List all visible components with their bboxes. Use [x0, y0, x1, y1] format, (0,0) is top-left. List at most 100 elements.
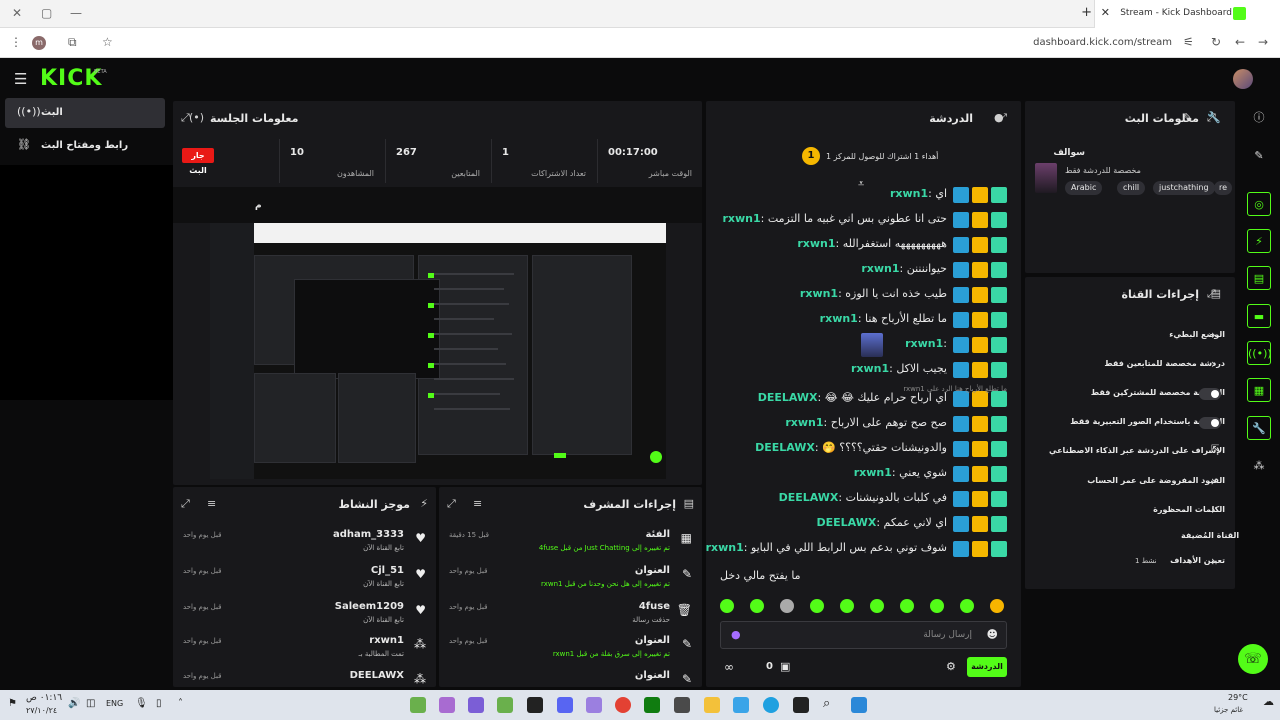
action-banned-words[interactable]: الكلمات المحظورة ›	[1035, 501, 1225, 523]
weather-temp[interactable]: 29°C	[1228, 693, 1248, 702]
back-icon[interactable]: →	[1258, 35, 1268, 49]
list-item[interactable]: العنوان ✎	[449, 670, 692, 686]
chat-username[interactable]: rxwn1	[706, 541, 744, 554]
emote-icon[interactable]	[780, 599, 794, 613]
device-tray-icon[interactable]: ▯	[156, 698, 162, 709]
chat-username[interactable]: rxwn1	[905, 337, 943, 350]
chat-message[interactable]: هههههههههه استغفرالله :rxwn1	[718, 235, 1007, 255]
expand-icon[interactable]: ⤢	[998, 111, 1007, 125]
points-icon[interactable]: ∞	[724, 660, 734, 674]
chat-username[interactable]: rxwn1	[861, 262, 899, 275]
emote-icon[interactable]	[990, 599, 1004, 613]
chat-message[interactable]: حيواننننن :rxwn1	[718, 260, 1007, 280]
emoji-icon[interactable]: ☻	[987, 628, 998, 641]
edit-icon[interactable]: ✎	[1247, 144, 1271, 168]
tag-chip[interactable]: Arabic	[1065, 181, 1103, 195]
chat-message[interactable]: شوف توني بدعم بس الرابط اللي في البايو :…	[706, 539, 1007, 559]
info-icon[interactable]: ⓘ	[1247, 106, 1271, 130]
reload-icon[interactable]: ↻	[1211, 35, 1221, 49]
action-ai-moderation[interactable]: الإشراف على الدردشة عبر الذكاء الاصطناعي…	[1035, 442, 1225, 464]
list-item[interactable]: قبل يوم واحد DEELAWX ⁂	[183, 670, 426, 686]
browser-tab-active[interactable]: ✕ Stream - Kick Dashboard	[1094, 0, 1280, 28]
chat-message[interactable]: اي لاني عمكم :DEELAWX	[718, 514, 1007, 534]
wrench-icon[interactable]: 🔧	[1247, 416, 1271, 440]
expand-icon[interactable]: ⤢	[1207, 111, 1216, 125]
panel-icon[interactable]: ▦	[1247, 378, 1271, 402]
emote-icon[interactable]	[900, 599, 914, 613]
language-indicator[interactable]: ENG	[106, 699, 123, 708]
weather-desc[interactable]: غائم جزئيا	[1214, 706, 1243, 714]
close-window-icon[interactable]: ✕	[12, 6, 22, 20]
clock-date[interactable]: ٢٧/١٠/٢٤	[26, 706, 57, 715]
chat-message[interactable]: والدونيشنات حقتي؟؟؟؟ 🤭 :DEELAWX	[718, 439, 1007, 459]
xbox-icon[interactable]	[644, 697, 660, 713]
list-item[interactable]: قبل يوم واحد rxwn1 تمت المطالبة بـ ⁂	[183, 635, 426, 669]
emote-icon[interactable]	[840, 599, 854, 613]
app-icon[interactable]	[586, 697, 602, 713]
app-icon[interactable]	[439, 697, 455, 713]
app-icon[interactable]	[674, 697, 690, 713]
gift-icon[interactable]: ▣	[780, 660, 790, 673]
user-avatar[interactable]	[1233, 69, 1253, 89]
extensions-icon[interactable]: ⧉	[68, 35, 77, 50]
emote-icon[interactable]	[720, 599, 734, 613]
emote-only-toggle[interactable]	[1199, 417, 1221, 429]
chat-input[interactable]: ● إرسال رسالة ☻	[720, 621, 1007, 649]
settings-gear-icon[interactable]: ⚙	[946, 660, 956, 673]
chat-message[interactable]: ما تطلع الأرباح هنا :rxwn1	[718, 310, 1007, 330]
app-icon[interactable]	[497, 697, 513, 713]
chat-message[interactable]: طيب خذه انت يا الوزه :rxwn1	[718, 285, 1007, 305]
list-item[interactable]: قبل يوم واحد العنوان تم تغييره إلى سرق ب…	[449, 635, 692, 669]
restore-window-icon[interactable]: ▢	[41, 6, 52, 20]
subscribers-only-toggle[interactable]	[1199, 388, 1221, 400]
network-icon[interactable]: ◫	[86, 698, 95, 709]
chat-username[interactable]: rxwn1	[797, 237, 835, 250]
emote-icon[interactable]	[930, 599, 944, 613]
action-featured-channel[interactable]: القناة المُضيفة	[1035, 527, 1239, 549]
hamburger-menu-icon[interactable]: ☰	[14, 70, 27, 88]
app-icon[interactable]	[410, 697, 426, 713]
action-emote-only[interactable]: الدردشة باستخدام الصور التعبيرية فقط	[1035, 413, 1225, 435]
edge-icon[interactable]	[763, 697, 779, 713]
emote-icon[interactable]	[750, 599, 764, 613]
chat-message[interactable]: شوي يعني :rxwn1	[718, 464, 1007, 484]
chat-message[interactable]: :rxwn1	[718, 333, 1007, 357]
bookmark-star-icon[interactable]: ☆	[102, 35, 113, 49]
chat-username[interactable]: rxwn1	[800, 287, 838, 300]
pinned-goal[interactable]: 1 أهداء 1 اشتراك للوصول للمركز 1	[706, 141, 1021, 171]
emote-icon[interactable]	[960, 599, 974, 613]
send-chat-button[interactable]: الدردشة	[967, 657, 1007, 677]
focus-icon[interactable]: ◎	[1247, 192, 1271, 216]
chat-icon[interactable]: ▬	[1247, 304, 1271, 328]
minimize-window-icon[interactable]: —	[70, 6, 82, 20]
app-icon[interactable]	[793, 697, 809, 713]
copilot-icon[interactable]	[733, 697, 749, 713]
edit-pencil-icon[interactable]: ✎	[1183, 111, 1192, 124]
chat-username[interactable]: DEELAWX	[779, 491, 839, 504]
nav-item-stream-key[interactable]: ⛓ رابط ومفتاح البث	[5, 131, 165, 161]
chevron-up-icon[interactable]: ˄	[178, 698, 183, 709]
obs-icon[interactable]	[527, 697, 543, 713]
search-icon[interactable]: ⌕	[823, 696, 830, 711]
new-tab-button[interactable]: +	[1081, 5, 1092, 20]
menu-dots-icon[interactable]: ⋮	[10, 35, 22, 49]
file-explorer-icon[interactable]	[704, 697, 720, 713]
chat-username[interactable]: rxwn1	[854, 466, 892, 479]
tag-chip[interactable]: chill	[1117, 181, 1146, 195]
list-item[interactable]: قبل 15 دقيقة الفئة تم تغييره إلى Just Ch…	[449, 529, 692, 563]
mic-icon[interactable]: ●	[731, 628, 741, 641]
chat-message[interactable]: حتى انا عطوني بس اني غبيه ما التزمت :rxw…	[718, 210, 1007, 230]
app-icon[interactable]	[468, 697, 484, 713]
mic-tray-icon[interactable]: 🎙	[135, 698, 148, 709]
list-item[interactable]: قبل يوم واحد Saleem1209 تابع القناة الآن…	[183, 601, 426, 635]
chat-message[interactable]: يجيب الاكل :rxwn1	[718, 360, 1007, 380]
lightning-icon[interactable]: ⚡	[1247, 229, 1271, 253]
filter-icon[interactable]: ≡	[473, 497, 482, 510]
chat-message[interactable]: اي :rxwn1	[718, 185, 1007, 205]
filter-icon[interactable]: ≡	[207, 497, 216, 510]
list-item[interactable]: قبل يوم واحد Cjl_51 تابع القناة الآن ♥	[183, 565, 426, 599]
action-followers-only[interactable]: دردشة مخصصة للمتابعين فقط ›	[1035, 355, 1225, 377]
chat-username[interactable]: rxwn1	[820, 312, 858, 325]
emote-icon[interactable]	[870, 599, 884, 613]
list-item[interactable]: قبل يوم واحد 4fuse حذفت رسالة 🗑	[449, 601, 692, 635]
